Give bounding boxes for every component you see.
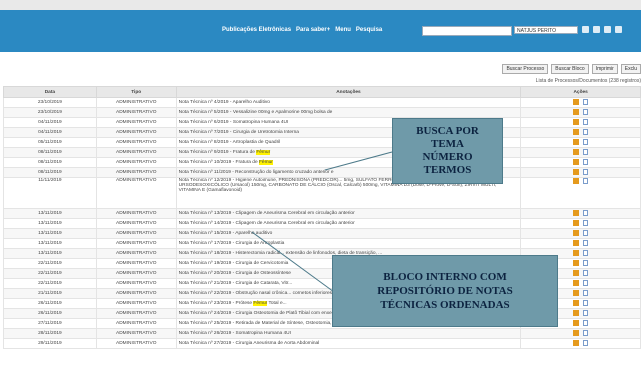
callout-busca-line: TERMOS — [423, 164, 472, 176]
callout-busca-line: NÚMERO — [422, 151, 473, 163]
callout-bloco: BLOCO INTERNO COM REPOSITÓRIO DE NOTAS T… — [332, 255, 558, 327]
callout-busca-line: TEMA — [431, 138, 464, 150]
arrow-busca — [324, 151, 393, 171]
callout-busca-line: BUSCA POR — [416, 125, 479, 137]
callout-bloco-line: TÉCNICAS ORDENADAS — [380, 299, 510, 311]
callout-busca: BUSCA POR TEMA NÚMERO TERMOS — [392, 118, 503, 184]
callout-bloco-line: BLOCO INTERNO COM — [383, 271, 507, 283]
callout-bloco-line: REPOSITÓRIO DE NOTAS — [377, 285, 513, 297]
